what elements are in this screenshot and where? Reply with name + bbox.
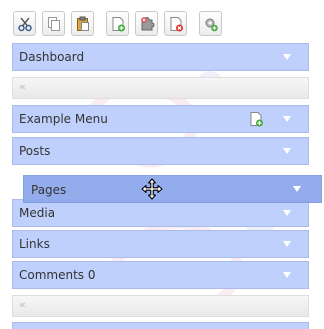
copy-icon — [47, 16, 60, 31]
settings-button[interactable] — [199, 11, 222, 36]
menu-label: Links — [19, 237, 50, 251]
add-plugin-button[interactable] — [135, 11, 158, 36]
menu-label: Media — [19, 206, 56, 220]
chevron-down-icon[interactable] — [283, 148, 291, 154]
collapse-row[interactable]: « — [12, 77, 309, 99]
chevron-down-icon[interactable] — [283, 272, 291, 278]
copy-button[interactable] — [42, 11, 65, 36]
menu-dashboard[interactable]: Dashboard — [12, 43, 309, 71]
add-page-icon[interactable] — [248, 111, 264, 127]
add-page-icon — [112, 16, 125, 31]
menu-posts[interactable]: Posts — [12, 137, 309, 165]
scissors-icon — [17, 17, 32, 31]
paste-button[interactable] — [71, 11, 94, 36]
menu-pages-dragging[interactable]: Pages — [23, 175, 322, 203]
menu-comments[interactable]: Comments 0 — [12, 261, 309, 289]
menu-example-menu[interactable]: Example Menu — [12, 105, 309, 133]
delete-page-icon — [170, 16, 183, 31]
menu-label: Comments 0 — [19, 268, 96, 282]
menu-label: Posts — [19, 144, 51, 158]
add-page-button[interactable] — [106, 11, 129, 36]
puzzle-add-icon — [140, 16, 155, 30]
menu-media[interactable]: Media — [12, 199, 309, 227]
menu-label: Example Menu — [19, 112, 108, 126]
collapse-row[interactable]: « — [12, 295, 309, 317]
paste-icon — [76, 16, 89, 31]
move-cursor-icon — [141, 178, 163, 200]
chevron-down-icon[interactable] — [293, 186, 301, 192]
chevron-down-icon[interactable] — [283, 54, 291, 60]
menu-label: Dashboard — [19, 50, 85, 64]
menu-label: Pages — [31, 183, 67, 197]
collapse-arrow-icon[interactable]: « — [19, 298, 26, 311]
menu-bar-partial[interactable] — [12, 322, 309, 329]
chevron-down-icon[interactable] — [283, 241, 291, 247]
cut-button[interactable] — [13, 11, 36, 36]
chevron-down-icon[interactable] — [283, 210, 291, 216]
menu-links[interactable]: Links — [12, 230, 309, 258]
collapse-arrow-icon[interactable]: « — [19, 80, 26, 93]
chevron-down-icon[interactable] — [283, 116, 291, 122]
gear-add-icon — [205, 18, 218, 31]
delete-page-button[interactable] — [164, 11, 187, 36]
